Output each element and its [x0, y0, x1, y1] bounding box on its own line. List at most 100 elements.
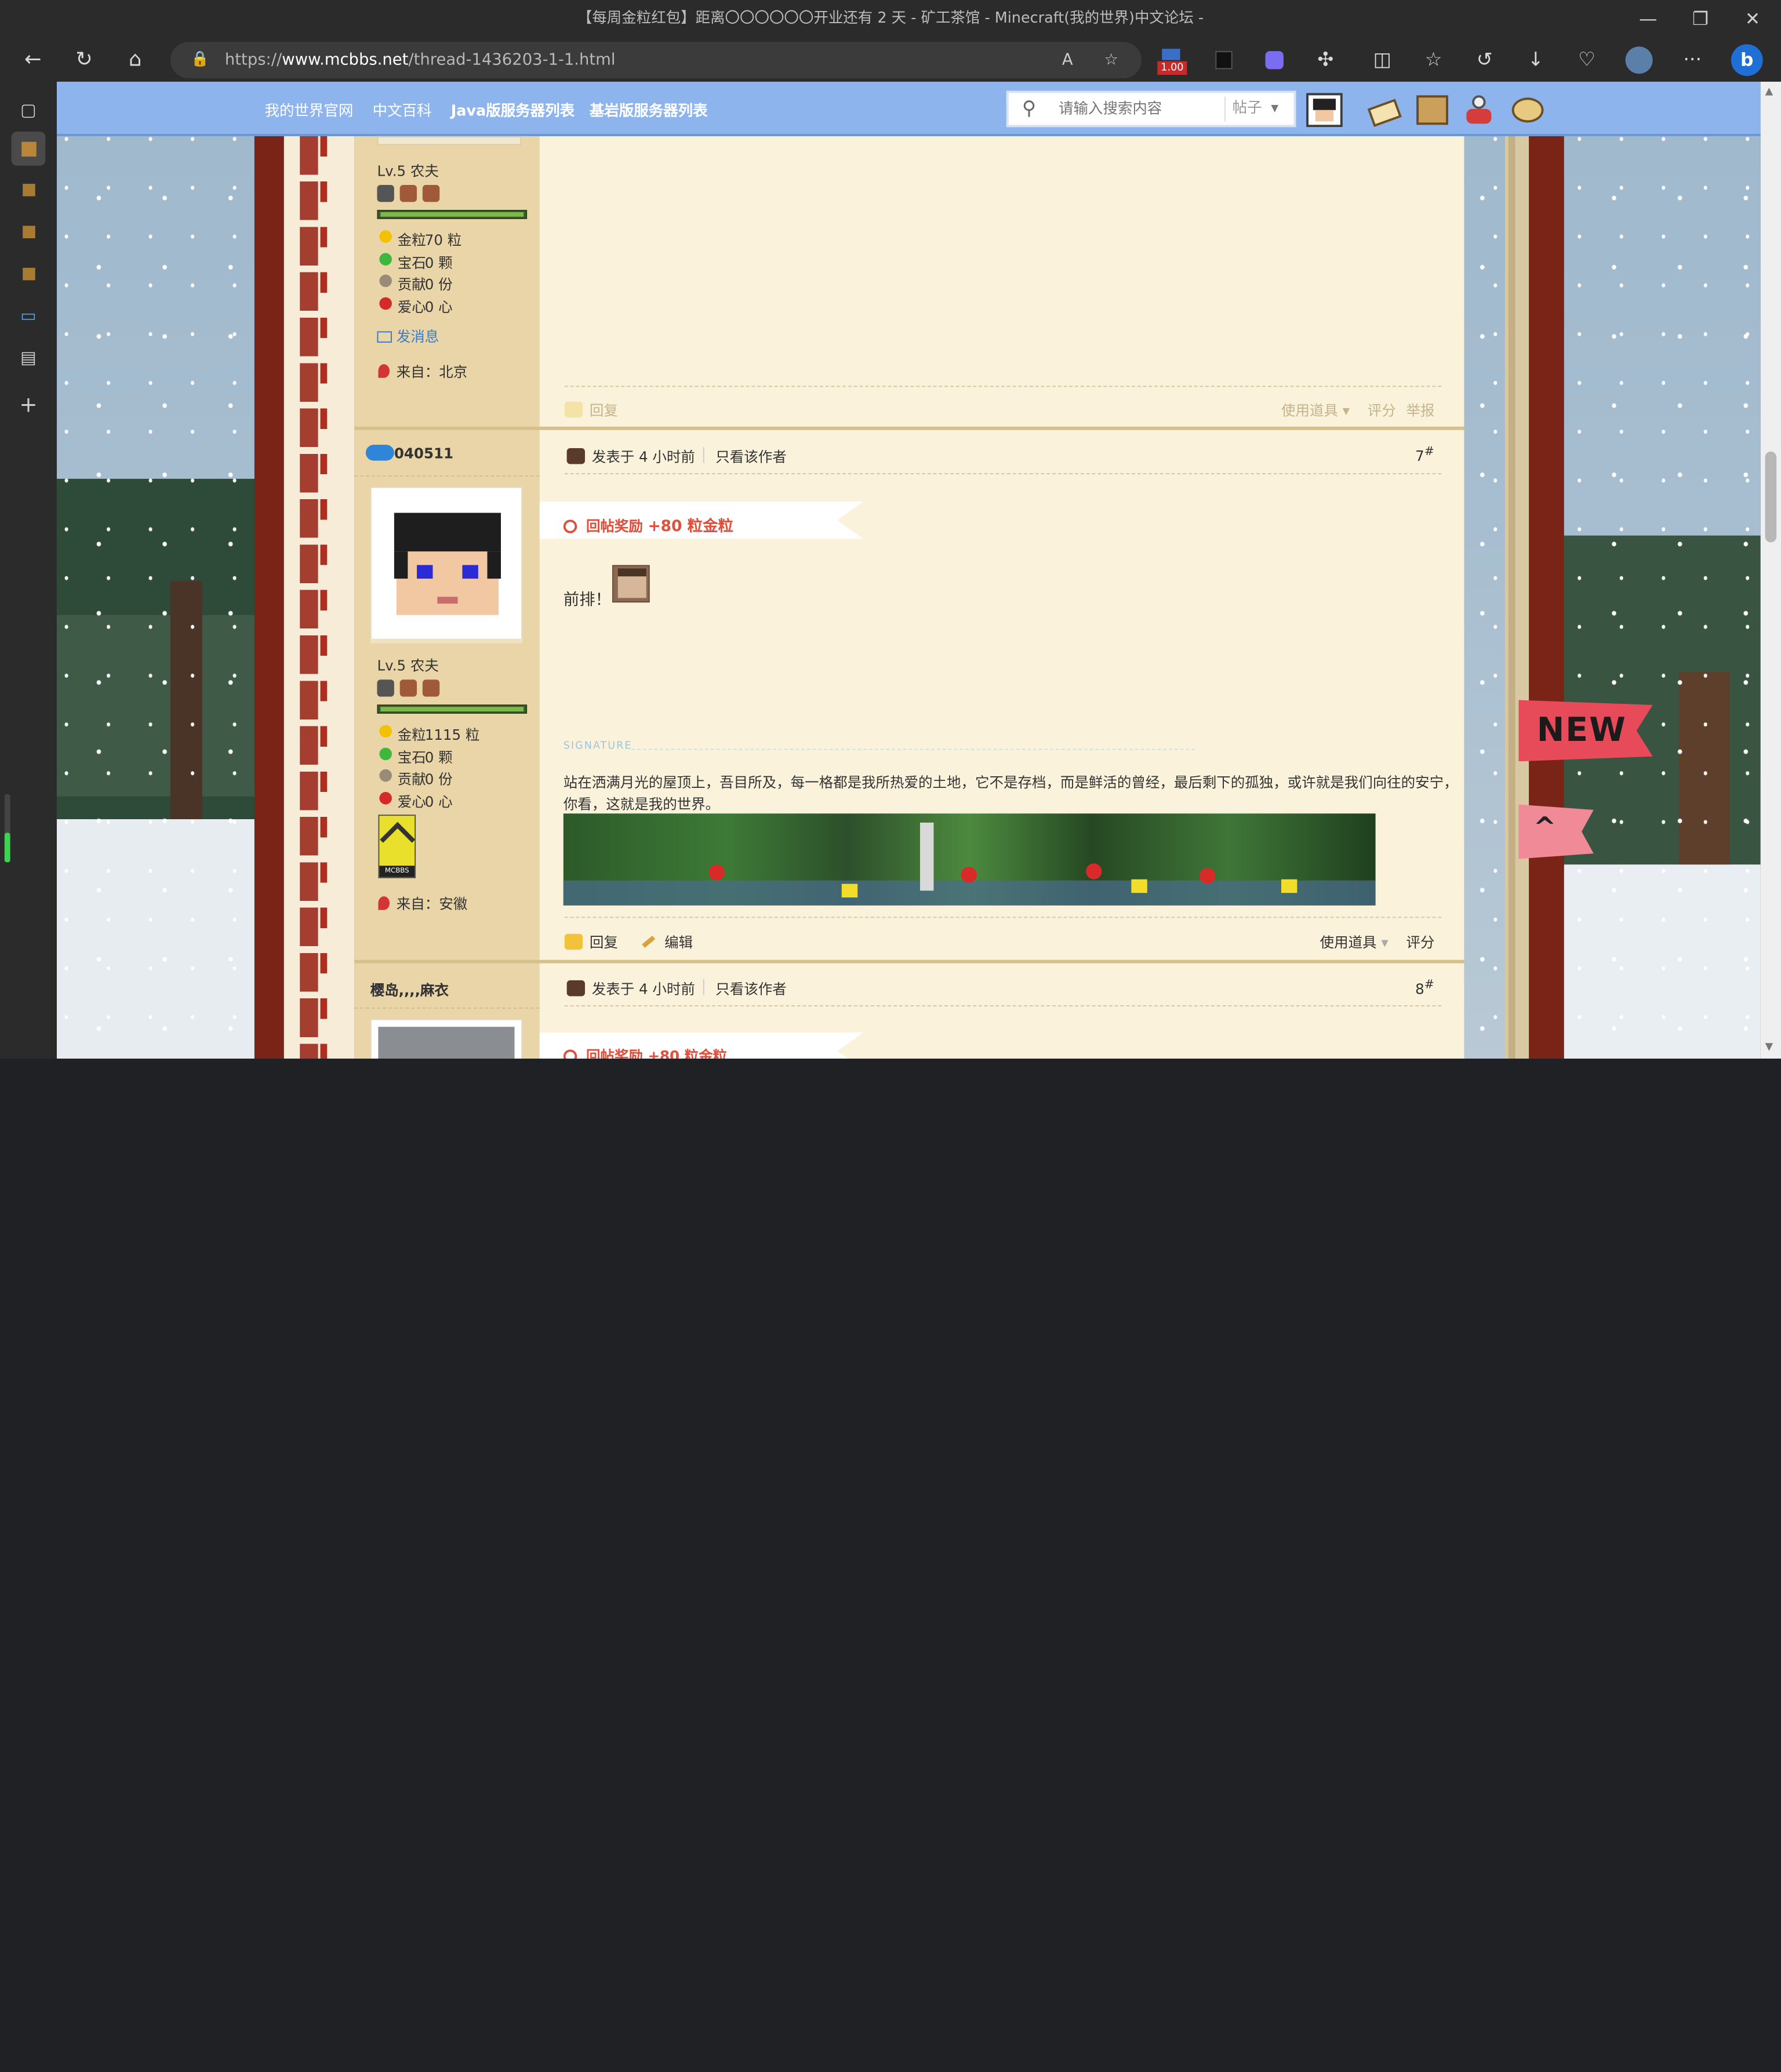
post-header-divider — [564, 473, 1442, 475]
use-item-button[interactable]: 使用道具 ▾ — [1320, 930, 1389, 952]
more-icon[interactable]: ··· — [1675, 43, 1710, 77]
stat-gem: 宝石0 颗 — [379, 746, 453, 767]
post-header-divider — [564, 1005, 1442, 1006]
search-type-select[interactable]: 帖子 ▾ — [1224, 96, 1293, 122]
tab-page-icon[interactable]: ▤ — [12, 340, 46, 375]
site-nav-bar: 我的世界官网 中文百科 Java版服务器列表 基岩版服务器列表 ⚲ 帖子 ▾ — [56, 81, 1761, 136]
frame-ladder-pattern — [300, 136, 318, 1059]
location-pin-icon — [378, 364, 390, 378]
user-avatar[interactable] — [370, 1019, 523, 1059]
performance-icon[interactable]: ♡ — [1570, 43, 1604, 77]
browser-window: 【每周金粒红包】距离〇〇〇〇〇〇开业还有 2 天 - 矿工茶馆 - Minecr… — [0, 0, 1781, 2072]
back-icon[interactable]: ← — [16, 43, 50, 77]
stat-contribution: 贡献0 份 — [379, 272, 453, 294]
crafting-table-icon[interactable] — [1414, 93, 1451, 127]
potion-icon[interactable] — [1462, 93, 1498, 127]
bilibili-tab-icon[interactable]: ▭ — [12, 299, 46, 333]
send-message-link[interactable]: 发消息 — [377, 325, 439, 346]
edit-button[interactable]: 编辑 — [642, 930, 693, 952]
signature-text-line2: 你看，这就是我的世界。 — [563, 795, 720, 813]
split-screen-icon[interactable]: ◫ — [1365, 43, 1400, 77]
message-icon[interactable] — [1365, 93, 1402, 128]
armor-rank-icons — [377, 185, 445, 203]
downloads-icon[interactable]: ↓ — [1518, 43, 1553, 77]
stat-contribution: 贡献0 份 — [379, 767, 453, 788]
author-head-icon — [566, 448, 585, 464]
heart-icon — [379, 792, 392, 805]
post-separator — [354, 959, 1464, 964]
reply-reward: 回帖奖励 +80 粒金粒 — [563, 1044, 727, 1059]
scroll-down-arrow[interactable]: ▼ — [1765, 1042, 1773, 1053]
scroll-up-arrow[interactable]: ▲ — [1765, 86, 1773, 98]
vertical-tab[interactable] — [12, 256, 46, 290]
page-frame-right-stripe — [1508, 136, 1515, 1059]
tab-actions-icon[interactable]: ▢ — [12, 93, 46, 127]
extension-l-icon[interactable] — [1206, 43, 1241, 77]
new-tab-icon[interactable]: + — [12, 388, 46, 422]
search-input[interactable] — [1047, 96, 1222, 122]
author-head-icon — [566, 980, 585, 997]
new-posts-flag[interactable]: NEW — [1518, 700, 1653, 762]
stat-gold: 金粒70 粒 — [379, 228, 461, 249]
use-item-button[interactable]: 使用道具 ▾ — [1281, 398, 1350, 420]
minimize-button[interactable]: — — [1622, 0, 1674, 39]
username-redaction — [365, 445, 394, 461]
exp-progress-bar — [377, 704, 528, 714]
exp-progress-bar — [377, 210, 528, 219]
nav-link-java-servers[interactable]: Java版服务器列表 — [451, 99, 575, 120]
vertical-tab[interactable] — [12, 215, 46, 249]
extension-badge-icon[interactable]: 1.00 — [1155, 43, 1190, 77]
stat-gem: 宝石0 颗 — [379, 251, 453, 272]
browser-sidebar: ▢ ▭ ▤ + — [0, 81, 57, 1059]
report-button[interactable]: 举报 — [1406, 398, 1434, 420]
rate-button[interactable]: 评分 — [1406, 930, 1434, 952]
read-aloud-icon[interactable]: A — [1062, 42, 1073, 78]
page-scrollbar[interactable]: ▲ ▼ — [1760, 81, 1781, 1059]
bing-icon[interactable]: b — [1729, 43, 1763, 77]
extension-purple-icon[interactable] — [1257, 43, 1292, 77]
palette-icon[interactable] — [1510, 93, 1546, 127]
user-level: Lv.5 农夫 — [377, 657, 439, 674]
post-author-name[interactable]: 040511 — [365, 445, 453, 462]
mcbbs-medal-badge[interactable]: MCBBS — [378, 815, 416, 878]
profile-avatar[interactable] — [1622, 43, 1656, 77]
floor-number[interactable]: 8# — [1415, 978, 1434, 998]
vertical-tab[interactable] — [12, 172, 46, 206]
user-level: Lv.5 农夫 — [377, 162, 439, 180]
extensions-icon[interactable]: ✣ — [1309, 43, 1343, 77]
meta-divider — [703, 979, 704, 995]
reply-button-disabled[interactable]: 回复 — [564, 398, 618, 420]
user-avatar-icon[interactable] — [1306, 93, 1343, 128]
favorites-icon[interactable]: ☆ — [1416, 43, 1451, 77]
vertical-tab-active[interactable] — [11, 132, 46, 166]
home-icon[interactable]: ⌂ — [118, 43, 152, 77]
nav-link-bedrock-servers[interactable]: 基岩版服务器列表 — [590, 99, 708, 120]
user-location: 来自：安徽 — [378, 892, 467, 913]
stat-gold: 金粒1115 粒 — [379, 723, 479, 744]
reply-button[interactable]: 回复 — [564, 930, 618, 952]
new-flag-label: NEW — [1536, 710, 1627, 749]
floor-number[interactable]: 7# — [1415, 445, 1434, 464]
only-author-link[interactable]: 只看该作者 — [715, 977, 786, 998]
nav-link-wiki[interactable]: 中文百科 — [373, 99, 432, 120]
user-location: 来自：北京 — [378, 359, 467, 381]
frame-ladder-pattern — [320, 136, 328, 1059]
search-icon[interactable]: ⚲ — [1016, 95, 1043, 122]
only-author-link[interactable]: 只看该作者 — [715, 445, 786, 466]
close-button[interactable]: ✕ — [1727, 0, 1779, 39]
nav-link-official[interactable]: 我的世界官网 — [264, 99, 353, 120]
add-favorite-icon[interactable]: ☆ — [1104, 42, 1118, 78]
scrollbar-thumb[interactable] — [1765, 451, 1777, 543]
address-bar[interactable]: 🔒 https://www.mcbbs.net/thread-1436203-1… — [170, 42, 1142, 79]
page-viewport: 我的世界官网 中文百科 Java版服务器列表 基岩版服务器列表 ⚲ 帖子 ▾ Lv… — [56, 81, 1761, 1059]
search-box: ⚲ 帖子 ▾ — [1006, 90, 1296, 128]
heart-icon — [379, 297, 392, 310]
refresh-icon[interactable]: ↻ — [67, 43, 101, 77]
history-icon[interactable]: ↺ — [1467, 43, 1502, 77]
avatar-frame-bottom — [377, 136, 522, 146]
rate-button[interactable]: 评分 — [1368, 398, 1396, 420]
post-author-name[interactable]: 樱岛,,,,麻衣 — [370, 978, 449, 999]
signature-banner-image — [563, 813, 1376, 906]
user-avatar[interactable] — [370, 486, 523, 640]
restore-button[interactable]: ❐ — [1674, 0, 1727, 39]
